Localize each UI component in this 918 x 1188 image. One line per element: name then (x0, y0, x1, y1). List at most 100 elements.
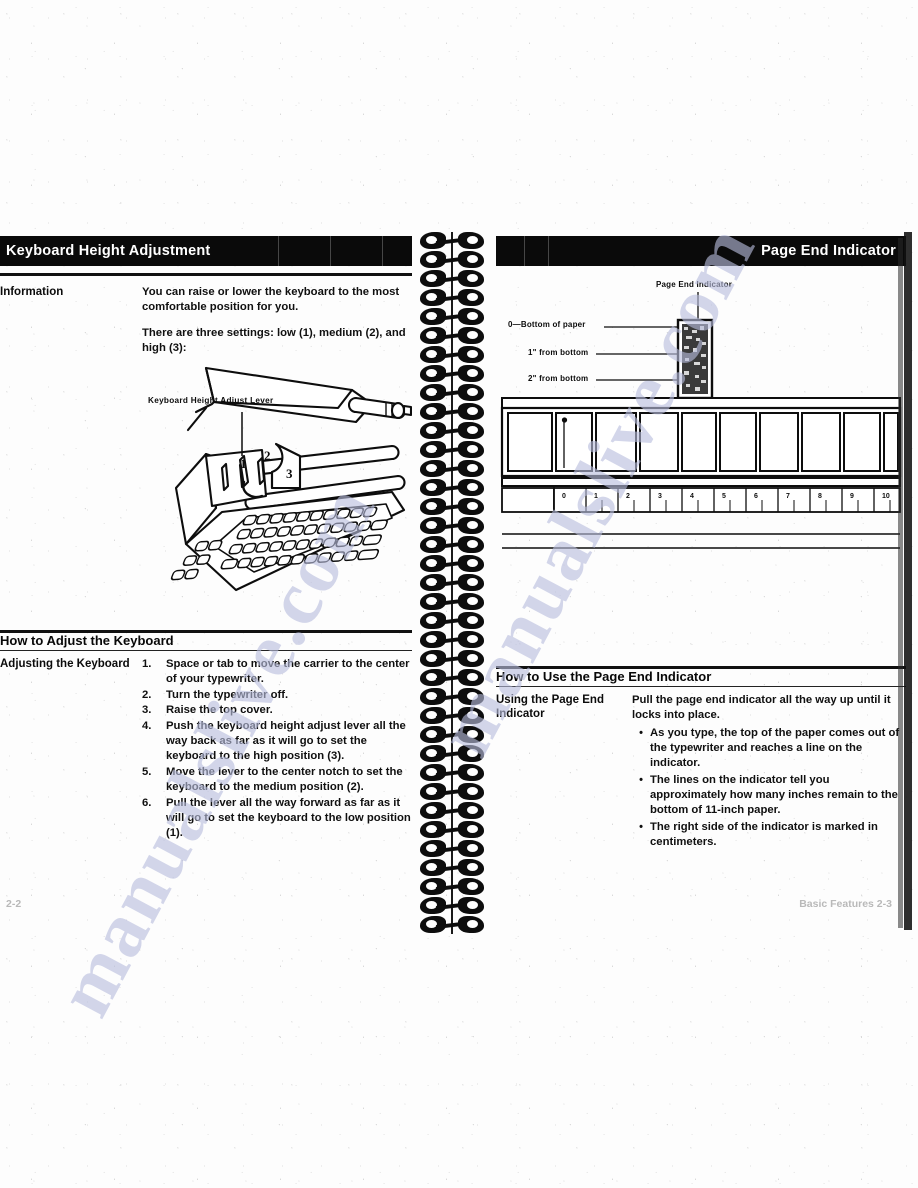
right-page-title: Page End Indicator (761, 243, 896, 259)
coil-right-loop (458, 783, 484, 800)
information-paragraph-2: There are three settings: low (1), mediu… (142, 326, 406, 354)
typewriter-illustration: Keyboard Height Adjust Lever 1 2 3 (0, 360, 412, 628)
left-page-title: Keyboard Height Adjustment (6, 243, 211, 259)
spiral-coil-ring (418, 251, 492, 269)
spiral-coil-ring (418, 403, 492, 421)
right-section-rule-bottom (496, 685, 906, 687)
spiral-coil-ring (418, 232, 492, 250)
spiral-coil-ring (418, 327, 492, 345)
coil-right-loop (458, 422, 484, 439)
coil-right-loop (458, 555, 484, 572)
spiral-coil-ring (418, 897, 492, 915)
adjust-keyboard-step: 4. Push the keyboard height adjust lever … (142, 719, 412, 764)
using-page-end-indicator-block: Using the Page End Indicator Pull the pa… (496, 693, 906, 852)
step-number: 6. (142, 796, 152, 809)
spiral-coil-ring (418, 631, 492, 649)
information-body: You can raise or lower the keyboard to t… (142, 285, 412, 357)
page-end-indicator-caption: Page End Indicator (656, 280, 733, 289)
ruler-tick-label: 8 (818, 493, 822, 500)
coil-right-loop (458, 688, 484, 705)
coil-right-loop (458, 365, 484, 382)
coil-right-loop (458, 669, 484, 686)
spiral-coil-ring (418, 441, 492, 459)
ruler-tick-label: 1 (594, 493, 598, 500)
ruler-tick-label: 4 (690, 493, 694, 500)
coil-right-loop (458, 308, 484, 325)
spiral-coil-ring (418, 840, 492, 858)
left-section-rule-bottom (0, 649, 412, 651)
scan-edge-dark-band (904, 232, 912, 930)
bullet-dot-icon: • (639, 726, 643, 739)
spiral-coil-ring (418, 916, 492, 934)
coil-right-loop (458, 251, 484, 268)
bullet-dot-icon: • (639, 821, 643, 834)
left-page-folio: 2-2 (6, 898, 22, 910)
page-end-indicator-intro: Pull the page end indicator all the way … (632, 693, 891, 721)
bullet-text: As you type, the top of the paper comes … (650, 726, 900, 769)
information-block: Information You can raise or lower the k… (0, 285, 412, 357)
lever-position-marker-2: 2 (264, 448, 271, 463)
left-page: Keyboard Height Adjustment Information Y… (0, 236, 412, 926)
coil-right-loop (458, 878, 484, 895)
step-text: Raise the top cover. (166, 704, 273, 717)
page-end-indicator-bullet: • As you type, the top of the paper comes… (632, 726, 906, 771)
coil-right-loop (458, 764, 484, 781)
page-end-indicator-blade (676, 318, 714, 400)
bullet-text: The lines on the indicator tell you appr… (650, 773, 898, 817)
adjust-keyboard-step: 6. Pull the lever all the way forward as … (142, 796, 412, 841)
spiral-coil-ring (418, 802, 492, 820)
left-header-rule (0, 273, 412, 276)
keyboard-height-adjust-lever-label: Keyboard Height Adjust Lever (148, 396, 274, 405)
step-text: Turn the typewriter off. (166, 688, 289, 701)
callout-one-inch-from-bottom: 1" from bottom (528, 348, 589, 357)
spiral-coil-ring (418, 783, 492, 801)
lever-position-marker-1: 1 (240, 456, 247, 471)
step-number: 3. (142, 704, 152, 717)
page-end-indicator-bullet-list: • As you type, the top of the paper comes… (632, 726, 906, 850)
spiral-coil-ring (418, 422, 492, 440)
step-number: 2. (142, 688, 152, 701)
callout-two-inch-from-bottom: 2" from bottom (528, 374, 589, 383)
how-to-use-heading: How to Use the Page End Indicator (496, 668, 712, 684)
spiral-coil-ring (418, 574, 492, 592)
step-text: Pull the lever all the way forward as fa… (166, 796, 411, 839)
adjust-keyboard-step: 1. Space or tab to move the carrier to th… (142, 657, 412, 687)
bullet-dot-icon: • (639, 773, 643, 786)
spiral-coil-ring (418, 859, 492, 877)
information-paragraph-1: You can raise or lower the keyboard to t… (142, 285, 400, 313)
ruler-tick-label: 0 (562, 493, 566, 500)
coil-right-loop (458, 859, 484, 876)
coil-right-loop (458, 346, 484, 363)
coil-right-loop (458, 612, 484, 629)
coil-right-loop (458, 916, 484, 933)
step-text: Space or tab to move the carrier to the … (166, 657, 410, 685)
coil-right-loop (458, 897, 484, 914)
coil-right-loop (458, 593, 484, 610)
spiral-coil-ring (418, 764, 492, 782)
coil-right-loop (458, 441, 484, 458)
ruler-tick-label: 10 (882, 493, 890, 500)
spiral-coil-ring (418, 821, 492, 839)
spiral-coil-ring (418, 707, 492, 725)
coil-right-loop (458, 460, 484, 477)
coil-right-loop (458, 498, 484, 515)
spiral-coil-ring (418, 536, 492, 554)
spiral-coil-ring (418, 460, 492, 478)
coil-right-loop (458, 745, 484, 762)
spiral-coil-ring (418, 498, 492, 516)
spiral-coil-ring (418, 878, 492, 896)
ruler-tick-label: 2 (626, 493, 630, 500)
spiral-coil-ring (418, 346, 492, 364)
coil-right-loop (458, 631, 484, 648)
spiral-coil-ring (418, 669, 492, 687)
ruler-tick-label: 5 (722, 493, 726, 500)
callout-bottom-of-paper: 0—Bottom of paper (508, 320, 586, 329)
step-number: 1. (142, 657, 152, 670)
coil-right-loop (458, 802, 484, 819)
spiral-coil-ring (418, 308, 492, 326)
coil-right-loop (458, 232, 484, 249)
page-end-indicator-bullet: • The lines on the indicator tell you app… (632, 773, 906, 818)
coil-right-loop (458, 574, 484, 591)
coil-right-loop (458, 384, 484, 401)
adjust-keyboard-step: 2. Turn the typewriter off. (142, 688, 412, 703)
